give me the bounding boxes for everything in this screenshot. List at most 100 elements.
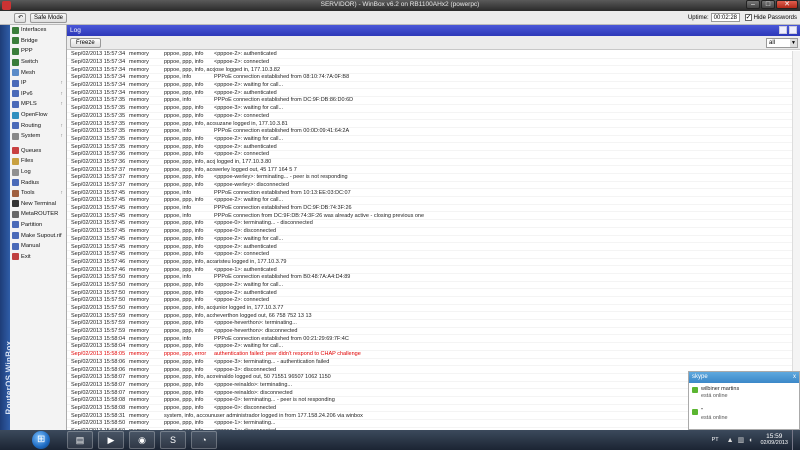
sidebar-item-bridge[interactable]: Bridge	[10, 36, 66, 47]
skype-contact[interactable]: wilbiner martins está online	[689, 383, 799, 405]
log-row[interactable]: Sep/02/2013 15:57:45 memory pppoe, ppp, in…	[67, 197, 800, 205]
log-row[interactable]: Sep/02/2013 15:57:35 memory pppoe, ppp, in…	[67, 136, 800, 144]
sidebar-item-queues[interactable]: Queues	[10, 146, 66, 157]
log-row[interactable]: Sep/02/2013 15:57:35 memory pppoe, ppp, in…	[67, 105, 800, 113]
sidebar-item-partition[interactable]: Partition	[10, 220, 66, 231]
log-row[interactable]: Sep/02/2013 15:57:50 memory pppoe, info PPP…	[67, 274, 800, 282]
sidebar-item-make-supout-rif[interactable]: Make Supout.rif	[10, 230, 66, 241]
log-row[interactable]: Sep/02/2013 15:57:34 memory pppoe, ppp, in…	[67, 59, 800, 67]
hide-passwords-toggle[interactable]: Hide Passwords	[744, 13, 797, 21]
log-topics: system, info, account	[164, 412, 214, 419]
log-restore-button[interactable]	[779, 26, 787, 34]
sidebar-item-system[interactable]: System ↑	[10, 131, 66, 142]
log-row[interactable]: Sep/02/2013 15:57:45 memory pppoe, ppp, in…	[67, 220, 800, 228]
log-row[interactable]: Sep/02/2013 15:57:35 memory pppoe, ppp, in…	[67, 113, 800, 121]
log-row[interactable]: Sep/02/2013 15:57:46 memory pppoe, ppp, in…	[67, 266, 800, 274]
log-row[interactable]: Sep/02/2013 15:57:59 memory pppoe, ppp, in…	[67, 320, 800, 328]
sidebar-item-log[interactable]: Log	[10, 167, 66, 178]
close-icon[interactable]: x	[793, 372, 796, 383]
log-topics: pppoe, ppp, info, acc...	[164, 258, 214, 265]
log-row[interactable]: Sep/02/2013 15:57:46 memory pppoe, ppp, in…	[67, 259, 800, 267]
log-row[interactable]: Sep/02/2013 15:57:34 memory pppoe, ppp, in…	[67, 89, 800, 98]
volume-icon[interactable]: ◖	[748, 437, 752, 444]
log-close-button[interactable]	[789, 26, 797, 34]
log-message: j logged in, 177.10.3.80	[214, 158, 272, 165]
sidebar-item-ipv6[interactable]: IPv6 ↑	[10, 89, 66, 100]
safe-mode-button[interactable]: Safe Mode	[30, 13, 68, 23]
log-row[interactable]: Sep/02/2013 15:57:50 memory pppoe, ppp, in…	[67, 289, 800, 297]
sidebar-item-metarouter[interactable]: MetaROUTER	[10, 209, 66, 220]
sidebar-item-ip[interactable]: IP ↑	[10, 78, 66, 89]
window-titlebar[interactable]: SERVIDOR) - WinBox v6.2 on RB1100AHx2 (p…	[0, 0, 800, 11]
log-row[interactable]: Sep/02/2013 15:57:50 memory pppoe, ppp, in…	[67, 305, 800, 313]
log-message: PPPoE connection established from 08:10:…	[214, 74, 350, 81]
log-filter-select[interactable]: all ▼	[766, 38, 798, 48]
log-row[interactable]: Sep/02/2013 15:58:06 memory pppoe, ppp, in…	[67, 359, 800, 367]
log-row[interactable]: Sep/02/2013 15:57:50 memory pppoe, ppp, in…	[67, 297, 800, 305]
taskbar-app-winbox[interactable]: ◔	[191, 431, 217, 449]
taskbar-app-chrome[interactable]: ◉	[129, 431, 155, 449]
log-row[interactable]: Sep/02/2013 15:57:35 memory pppoe, info PPP…	[67, 128, 800, 136]
log-row[interactable]: Sep/02/2013 15:57:45 memory pppoe, ppp, in…	[67, 228, 800, 236]
log-row[interactable]: Sep/02/2013 15:57:37 memory pppoe, ppp, in…	[67, 174, 800, 182]
sidebar-item-mesh[interactable]: Mesh	[10, 67, 66, 78]
skype-notification[interactable]: skype x wilbiner martins está online " está…	[688, 371, 800, 430]
log-row[interactable]: Sep/02/2013 15:57:35 memory pppoe, ppp, in…	[67, 120, 800, 128]
maximize-button[interactable]: □	[761, 0, 775, 9]
skype-contact[interactable]: " está online	[689, 405, 799, 427]
log-row[interactable]: Sep/02/2013 15:57:34 memory pppoe, ppp, in…	[67, 51, 800, 59]
undo-icon[interactable]: ↶	[14, 13, 26, 23]
log-row[interactable]: Sep/02/2013 15:57:34 memory pppoe, ppp, in…	[67, 82, 800, 90]
sidebar-item-interfaces[interactable]: Interfaces	[10, 25, 66, 36]
taskbar: ⊞ ▤ ▶ ◉ S ◔ PT ▲ ▥ ◖ 15:59 02/09/2013	[0, 430, 800, 450]
tray-arrow-icon[interactable]: ▲	[727, 437, 734, 444]
show-desktop-button[interactable]	[792, 430, 800, 450]
taskbar-app-explorer[interactable]: ▤	[67, 431, 93, 449]
log-row[interactable]: Sep/02/2013 15:57:45 memory pppoe, ppp, in…	[67, 243, 800, 251]
sidebar-item-files[interactable]: Files	[10, 156, 66, 167]
log-row[interactable]: Sep/02/2013 15:57:37 memory pppoe, ppp, in…	[67, 166, 800, 174]
sidebar-item-manual[interactable]: Manual	[10, 241, 66, 252]
sidebar-item-new-terminal[interactable]: New Terminal	[10, 199, 66, 210]
log-row[interactable]: Sep/02/2013 15:57:35 memory pppoe, ppp, in…	[67, 143, 800, 151]
sidebar-item-openflow[interactable]: OpenFlow	[10, 110, 66, 121]
log-row[interactable]: Sep/02/2013 15:57:45 memory pppoe, info PPP…	[67, 189, 800, 198]
log-row[interactable]: Sep/02/2013 15:57:36 memory pppoe, ppp, in…	[67, 159, 800, 167]
freeze-button[interactable]: Freeze	[70, 38, 101, 48]
close-button[interactable]: ✕	[776, 0, 798, 9]
log-row[interactable]: Sep/02/2013 15:57:45 memory pppoe, info PPP…	[67, 212, 800, 221]
sidebar-item-ppp[interactable]: PPP	[10, 46, 66, 57]
taskbar-app-skype[interactable]: S	[160, 431, 186, 449]
log-row[interactable]: Sep/02/2013 15:57:59 memory pppoe, ppp, in…	[67, 312, 800, 321]
clock[interactable]: 15:59 02/09/2013	[760, 433, 788, 447]
sidebar-item-radius[interactable]: Radius	[10, 177, 66, 188]
log-buffer: memory	[129, 335, 149, 342]
log-row[interactable]: Sep/02/2013 15:57:37 memory pppoe, ppp, in…	[67, 182, 800, 190]
sidebar-item-tools[interactable]: Tools ↑	[10, 188, 66, 199]
log-topics: pppoe, ppp, info	[164, 59, 204, 66]
chevron-down-icon[interactable]: ▼	[790, 39, 797, 47]
log-row[interactable]: Sep/02/2013 15:57:35 memory pppoe, info PPP…	[67, 97, 800, 105]
log-row[interactable]: Sep/02/2013 15:58:05 memory pppoe, ppp, er…	[67, 351, 800, 359]
language-indicator[interactable]: PT	[712, 437, 719, 443]
hide-passwords-checkbox[interactable]	[744, 13, 752, 21]
taskbar-app-media-player[interactable]: ▶	[98, 431, 124, 449]
log-row[interactable]: Sep/02/2013 15:57:45 memory pppoe, ppp, in…	[67, 236, 800, 244]
sidebar-item-mpls[interactable]: MPLS ↑	[10, 99, 66, 110]
log-window-header[interactable]: Log	[67, 25, 800, 36]
log-row[interactable]: Sep/02/2013 15:57:50 memory pppoe, ppp, in…	[67, 282, 800, 290]
start-button[interactable]: ⊞	[32, 431, 50, 449]
log-row[interactable]: Sep/02/2013 15:57:36 memory pppoe, ppp, in…	[67, 151, 800, 159]
minimize-button[interactable]: –	[746, 0, 760, 9]
log-row[interactable]: Sep/02/2013 15:58:04 memory pppoe, ppp, in…	[67, 343, 800, 351]
log-row[interactable]: Sep/02/2013 15:57:34 memory pppoe, info PPP…	[67, 74, 800, 82]
log-row[interactable]: Sep/02/2013 15:57:34 memory pppoe, ppp, in…	[67, 66, 800, 75]
log-row[interactable]: Sep/02/2013 15:58:04 memory pppoe, info PPP…	[67, 335, 800, 344]
sidebar-item-routing[interactable]: Routing ↑	[10, 120, 66, 131]
sidebar-item-switch[interactable]: Switch	[10, 57, 66, 68]
log-row[interactable]: Sep/02/2013 15:57:45 memory pppoe, info PPP…	[67, 205, 800, 213]
log-row[interactable]: Sep/02/2013 15:57:59 memory pppoe, ppp, in…	[67, 328, 800, 336]
log-row[interactable]: Sep/02/2013 15:57:45 memory pppoe, ppp, in…	[67, 251, 800, 259]
network-icon[interactable]: ▥	[738, 436, 745, 444]
sidebar-item-exit[interactable]: Exit	[10, 251, 66, 262]
